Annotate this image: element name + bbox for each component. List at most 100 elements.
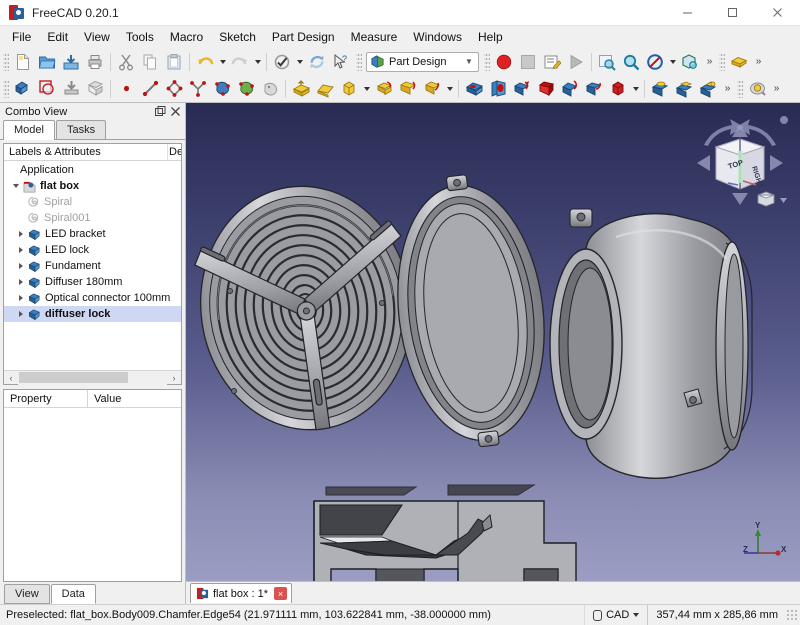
unit-system-selector[interactable]: CAD	[584, 605, 647, 625]
chevron-down-icon[interactable]	[9, 182, 22, 191]
subtractive-helix-icon[interactable]	[582, 77, 606, 101]
hole-icon[interactable]	[486, 77, 510, 101]
scroll-right-icon[interactable]: ›	[167, 373, 181, 383]
undo-dropdown-icon[interactable]	[217, 50, 228, 74]
tree-node-led-bracket[interactable]: LED bracket	[4, 226, 181, 242]
close-document-icon[interactable]: ×	[274, 587, 288, 600]
chevron-right-icon[interactable]	[14, 246, 27, 255]
macro-record-icon[interactable]	[492, 50, 516, 74]
navigation-cube[interactable]: TOP RIGHT	[688, 111, 792, 215]
additive-primitive-icon[interactable]	[337, 77, 361, 101]
zoom-selection-icon[interactable]	[619, 50, 643, 74]
toolbar-grip[interactable]	[3, 52, 9, 71]
tree-node-diffuser-180mm[interactable]: Diffuser 180mm	[4, 274, 181, 290]
pocket-icon[interactable]	[462, 77, 486, 101]
draft-icon[interactable]	[696, 77, 720, 101]
close-button[interactable]	[755, 0, 800, 26]
revolution-icon[interactable]	[372, 77, 396, 101]
tab-model[interactable]: Model	[3, 120, 55, 140]
chamfer-icon[interactable]	[672, 77, 696, 101]
tree-node-diffuser-lock[interactable]: diffuser lock	[4, 306, 181, 322]
create-point-icon[interactable]	[114, 77, 138, 101]
copy-icon[interactable]	[138, 50, 162, 74]
fit-all-icon[interactable]	[595, 50, 619, 74]
additive-loft-icon[interactable]	[313, 77, 337, 101]
create-part-icon[interactable]	[11, 77, 35, 101]
float-panel-icon[interactable]	[153, 104, 168, 119]
subtractive-pipe-icon[interactable]	[558, 77, 582, 101]
menu-windows[interactable]: Windows	[405, 27, 470, 47]
toolbar-overflow-icon[interactable]: »	[702, 50, 716, 74]
refresh-icon[interactable]	[305, 50, 329, 74]
scroll-left-icon[interactable]: ‹	[4, 373, 18, 383]
undo-icon[interactable]	[193, 50, 217, 74]
toolbar-grip[interactable]	[356, 52, 362, 71]
close-panel-icon[interactable]	[168, 104, 183, 119]
subtractive-primitive-icon[interactable]	[606, 77, 630, 101]
create-group-icon[interactable]	[59, 77, 83, 101]
tree-node-spiral[interactable]: Spiral	[4, 194, 181, 210]
print-document-icon[interactable]	[83, 50, 107, 74]
menu-part-design[interactable]: Part Design	[264, 27, 343, 47]
subtractive-loft-icon[interactable]	[534, 77, 558, 101]
whats-this-icon[interactable]: ?	[329, 50, 353, 74]
tab-tasks[interactable]: Tasks	[55, 120, 107, 139]
macro-edit-icon[interactable]	[540, 50, 564, 74]
menu-sketch[interactable]: Sketch	[211, 27, 264, 47]
chevron-down-icon[interactable]	[633, 613, 640, 617]
pad-icon[interactable]	[289, 77, 313, 101]
tree-node-optical-connector-100mm[interactable]: Optical connector 100mm	[4, 290, 181, 306]
document-tab-flat-box[interactable]: flat box : 1* ×	[190, 583, 293, 603]
chevron-right-icon[interactable]	[14, 230, 27, 239]
tab-view[interactable]: View	[4, 584, 50, 604]
axonometric-view-icon[interactable]	[678, 50, 702, 74]
scrollbar-thumb[interactable]	[19, 371, 128, 383]
macro-stop-icon[interactable]	[516, 50, 540, 74]
menu-tools[interactable]: Tools	[118, 27, 162, 47]
minimize-button[interactable]	[665, 0, 710, 26]
create-line-icon[interactable]	[138, 77, 162, 101]
menu-help[interactable]: Help	[470, 27, 511, 47]
tree-node-fundament[interactable]: Fundament	[4, 258, 181, 274]
paste-icon[interactable]	[162, 50, 186, 74]
additive-pipe-icon[interactable]	[396, 77, 420, 101]
chevron-right-icon[interactable]	[14, 262, 27, 271]
tree-column-description[interactable]: De	[167, 144, 181, 160]
tree-horizontal-scrollbar[interactable]: ‹ ›	[4, 370, 181, 385]
menu-view[interactable]: View	[76, 27, 118, 47]
tree-node-application[interactable]: Application	[4, 162, 181, 178]
workbench-selector[interactable]: Part Design ▼	[366, 51, 479, 72]
menu-edit[interactable]: Edit	[39, 27, 76, 47]
cut-icon[interactable]	[114, 50, 138, 74]
selection-dropdown-icon[interactable]	[294, 50, 305, 74]
create-body-icon[interactable]	[35, 77, 59, 101]
property-column-property[interactable]: Property	[4, 390, 88, 407]
refresh-selection-icon[interactable]	[270, 50, 294, 74]
subtractive-dropdown-icon[interactable]	[630, 77, 641, 101]
toolbar-grip[interactable]	[737, 79, 743, 98]
toolbar-grip[interactable]	[484, 52, 490, 71]
additive-dropdown-icon[interactable]	[361, 77, 372, 101]
chevron-right-icon[interactable]	[14, 278, 27, 287]
maximize-button[interactable]	[710, 0, 755, 26]
redo-dropdown-icon[interactable]	[252, 50, 263, 74]
additive-helix-icon[interactable]	[420, 77, 444, 101]
create-link-icon[interactable]	[83, 77, 107, 101]
additive-primitive-dropdown-icon[interactable]	[444, 77, 455, 101]
property-column-value[interactable]: Value	[88, 390, 181, 407]
3d-viewport[interactable]: TOP RIGHT X Y Z	[186, 103, 800, 581]
draw-style-icon[interactable]	[643, 50, 667, 74]
open-document-icon[interactable]	[35, 50, 59, 74]
save-document-icon[interactable]	[59, 50, 83, 74]
menu-measure[interactable]: Measure	[343, 27, 406, 47]
create-sketch-icon[interactable]	[210, 77, 234, 101]
toolbar-overflow-icon[interactable]: »	[720, 77, 734, 101]
edit-sketch-icon[interactable]	[234, 77, 258, 101]
toolbar-grip[interactable]	[719, 52, 725, 71]
redo-icon[interactable]	[228, 50, 252, 74]
resize-grip[interactable]	[786, 609, 798, 621]
create-sketch-toolbar-icon[interactable]	[727, 50, 751, 74]
tree-node-flat-box[interactable]: flat box	[4, 178, 181, 194]
menu-macro[interactable]: Macro	[162, 27, 211, 47]
map-sketch-icon[interactable]	[258, 77, 282, 101]
